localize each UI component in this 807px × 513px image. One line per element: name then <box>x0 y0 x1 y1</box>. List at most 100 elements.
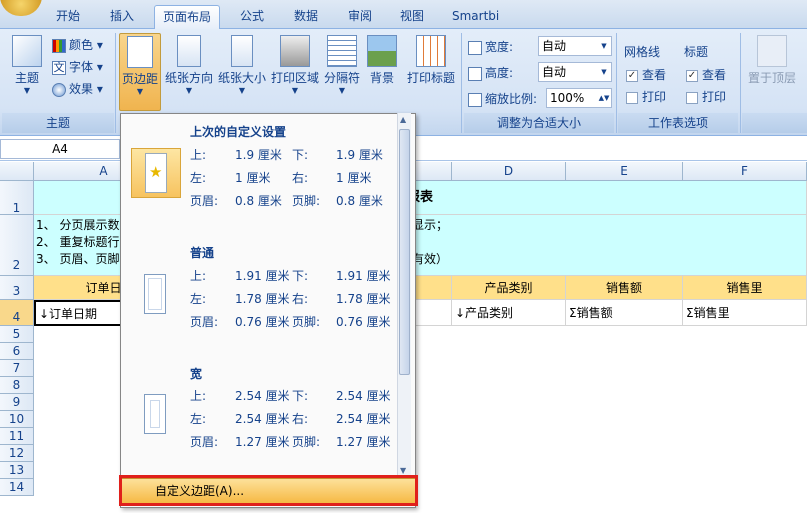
group-separator <box>115 33 116 133</box>
headings-view-checkbox[interactable]: ✓ 查看 <box>686 66 726 83</box>
group-label-sheet-options: 工作表选项 <box>618 113 738 133</box>
page-icon <box>144 394 166 434</box>
row-header[interactable]: 12 <box>0 445 34 462</box>
chevron-down-icon: ▼ <box>136 87 144 96</box>
background-button[interactable]: 背景 <box>364 33 400 111</box>
themes-button[interactable]: 主题 ▼ <box>6 33 48 111</box>
height-select[interactable]: 自动 ▼ <box>538 62 612 82</box>
margins-icon <box>127 36 153 68</box>
dropdown-scrollbar[interactable]: ▲ ▼ <box>397 113 411 477</box>
bring-to-front-button[interactable]: 置于顶层 <box>744 33 800 111</box>
orientation-icon <box>177 35 201 67</box>
breaks-button[interactable]: 分隔符 ▼ <box>322 33 362 111</box>
tab-page-layout[interactable]: 页面布局 <box>154 5 221 29</box>
group-label-themes: 主题 <box>2 113 114 133</box>
margins-preset-normal[interactable] <box>131 270 181 320</box>
background-image-icon <box>367 35 397 67</box>
scale-spinner[interactable]: 100% ▲▼ <box>546 88 612 108</box>
highlight-box <box>119 475 418 506</box>
gridlines-view-checkbox[interactable]: ✓ 查看 <box>626 66 666 83</box>
colors-icon <box>52 38 66 53</box>
chevron-down-icon: ▼ <box>23 86 31 95</box>
chevron-down-icon: ▼ <box>291 86 299 95</box>
preset-title: 上次的自定义设置 <box>190 125 287 139</box>
scale-label: 缩放比例: <box>468 89 537 109</box>
header-cell-category[interactable]: 产品类别 <box>452 276 566 300</box>
theme-colors-button[interactable]: 颜色 ▾ <box>52 35 103 55</box>
scroll-thumb[interactable] <box>399 129 410 375</box>
themes-icon <box>12 35 42 67</box>
preset-title: 宽 <box>190 367 203 381</box>
breaks-icon <box>327 35 357 67</box>
name-box[interactable]: A4 <box>0 139 120 159</box>
print-titles-icon <box>416 35 446 67</box>
tab-smartbi[interactable]: Smartbi <box>444 5 507 29</box>
theme-effects-button[interactable]: 效果 ▾ <box>52 79 103 99</box>
group-label-scale: 调整为合适大小 <box>464 113 614 133</box>
field-cell-sales[interactable]: Σ销售额 <box>566 300 683 326</box>
margins-preset-last-custom[interactable]: ★ <box>131 148 181 198</box>
star-icon: ★ <box>149 163 163 181</box>
row-header[interactable]: 4 <box>0 300 34 326</box>
print-titles-button[interactable]: 打印标题 <box>403 33 459 111</box>
header-cell-quantity[interactable]: 销售里 <box>683 276 807 300</box>
margins-button[interactable]: 页边距 ▼ <box>119 33 161 111</box>
row-header[interactable]: 14 <box>0 479 34 496</box>
row-header[interactable]: 11 <box>0 428 34 445</box>
printer-icon <box>280 35 310 67</box>
headings-heading: 标题 <box>684 45 709 59</box>
row-header[interactable]: 1 <box>0 181 34 215</box>
margins-preset-wide[interactable] <box>131 390 181 440</box>
select-all-corner[interactable] <box>0 162 34 181</box>
headings-print-checkbox[interactable]: 打印 <box>686 88 726 105</box>
gridlines-print-checkbox[interactable]: 打印 <box>626 88 666 105</box>
check-icon: ✓ <box>626 69 638 82</box>
effects-icon <box>52 82 66 97</box>
column-header-e[interactable]: E <box>566 162 683 181</box>
field-cell-quantity[interactable]: Σ销售里 <box>683 300 807 326</box>
orientation-button[interactable]: 纸张方向 ▼ <box>163 33 215 111</box>
tab-view[interactable]: 视图 <box>392 5 432 29</box>
gridlines-heading: 网格线 <box>624 45 661 59</box>
row-header[interactable]: 2 <box>0 215 34 276</box>
tab-insert[interactable]: 插入 <box>102 5 142 29</box>
scroll-up-icon[interactable]: ▲ <box>400 115 406 124</box>
width-select[interactable]: 自动 ▼ <box>538 36 612 56</box>
row-header[interactable]: 5 <box>0 326 34 343</box>
row-header[interactable]: 10 <box>0 411 34 428</box>
check-icon: ✓ <box>686 69 698 82</box>
row-header[interactable]: 3 <box>0 276 34 300</box>
row-header[interactable]: 8 <box>0 377 34 394</box>
scale-icon <box>468 92 482 107</box>
margins-dropdown: 上次的自定义设置 ★ 上: 1.9 厘米 下: 1.9 厘米 左: 1 厘米 右: 1 … <box>120 113 416 508</box>
page-icon: ★ <box>145 153 167 193</box>
chevron-down-icon: ▼ <box>185 86 193 95</box>
scroll-down-icon[interactable]: ▼ <box>400 466 406 475</box>
size-button[interactable]: 纸张大小 ▼ <box>216 33 268 111</box>
bring-to-front-icon <box>757 35 787 67</box>
print-area-button[interactable]: 打印区域 ▼ <box>269 33 321 111</box>
row-header[interactable]: 6 <box>0 343 34 360</box>
row-header[interactable]: 7 <box>0 360 34 377</box>
tab-review[interactable]: 审阅 <box>340 5 380 29</box>
theme-fonts-button[interactable]: 文字体 ▾ <box>52 57 103 77</box>
header-cell-sales[interactable]: 销售额 <box>566 276 683 300</box>
chevron-down-icon: ▼ <box>338 86 346 95</box>
tab-data[interactable]: 数据 <box>286 5 326 29</box>
office-button[interactable] <box>0 0 42 16</box>
chevron-down-icon: ▼ <box>601 68 607 76</box>
row-header[interactable]: 9 <box>0 394 34 411</box>
row-header[interactable]: 13 <box>0 462 34 479</box>
field-cell-category[interactable]: ↓产品类别 <box>452 300 566 326</box>
paper-size-icon <box>231 35 253 67</box>
column-header-d[interactable]: D <box>452 162 566 181</box>
group-separator <box>740 33 741 133</box>
tab-home[interactable]: 开始 <box>48 5 88 29</box>
group-label-arrange <box>742 113 807 133</box>
height-icon <box>468 66 482 81</box>
spinner-arrows-icon: ▲▼ <box>598 94 610 102</box>
height-label: 高度: <box>468 63 513 83</box>
group-separator <box>616 33 617 133</box>
column-header-f[interactable]: F <box>683 162 807 181</box>
tab-formulas[interactable]: 公式 <box>232 5 272 29</box>
